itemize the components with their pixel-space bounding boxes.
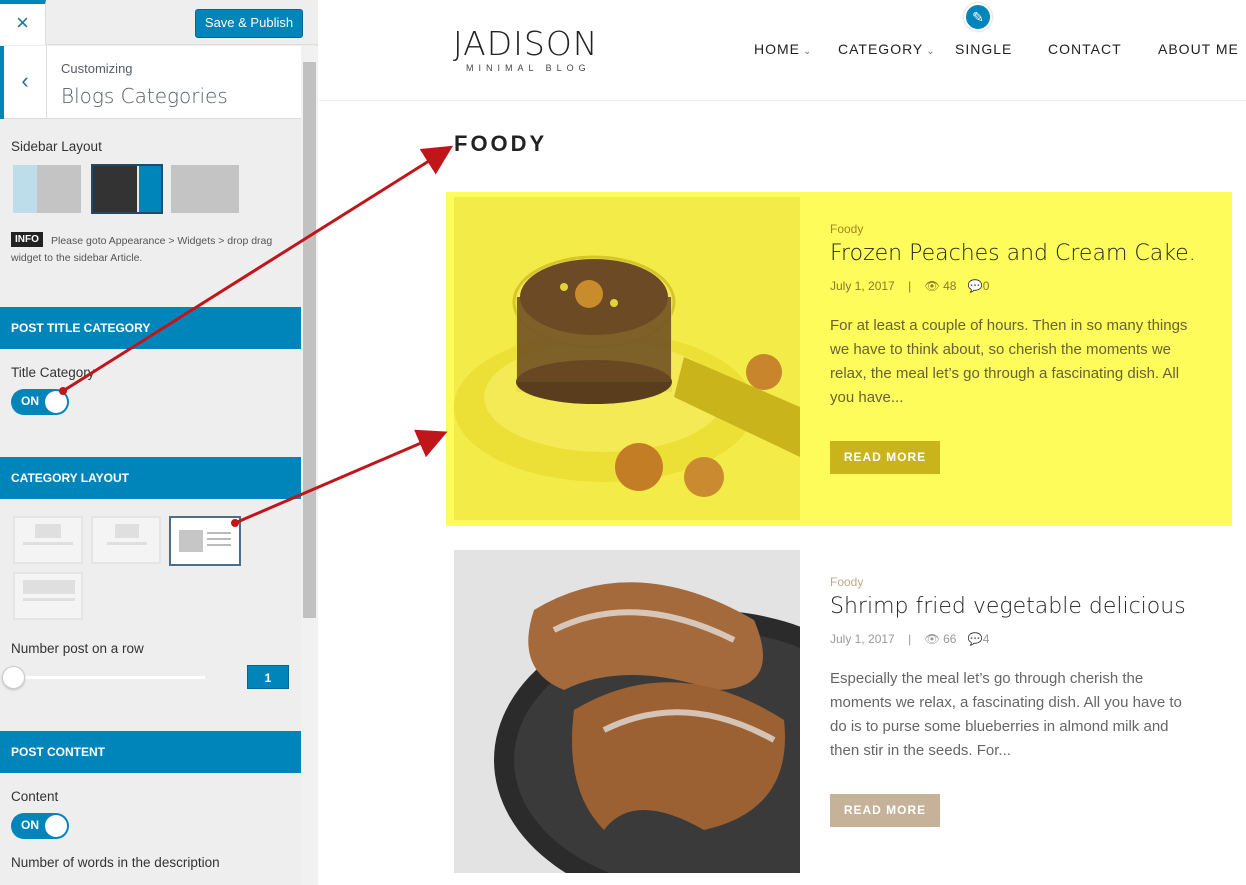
- nav-label: SINGLE: [955, 41, 1013, 57]
- nav-label: CATEGORY: [838, 41, 924, 57]
- nav-category[interactable]: CATEGORY ⌄: [838, 41, 936, 57]
- post-2-meta: July 1, 2017 | 👁 66 💬4: [830, 632, 989, 646]
- site-tagline: MINIMAL BLOG: [466, 63, 591, 73]
- sidebar-layout-label: Sidebar Layout: [11, 139, 102, 154]
- category-layout-option-2[interactable]: [91, 516, 161, 564]
- title-category-label: Title Category: [11, 365, 95, 380]
- nav-single[interactable]: SINGLE: [955, 41, 1012, 57]
- toggle-knob: [45, 815, 67, 837]
- category-layout-option-3[interactable]: [169, 516, 241, 566]
- comment-icon: 💬: [967, 279, 983, 293]
- number-post-slider-handle[interactable]: [2, 666, 25, 689]
- layout-thumb-line: [107, 542, 147, 545]
- post-2-category[interactable]: Foody: [830, 575, 863, 589]
- layout-thumb-line: [207, 544, 231, 546]
- toggle-state: ON: [21, 818, 39, 832]
- section-post-title-category[interactable]: POST TITLE CATEGORY: [0, 307, 301, 349]
- toggle-knob: [45, 391, 67, 413]
- sidebar-block: [13, 165, 37, 213]
- post-1-image[interactable]: [454, 197, 800, 520]
- post-2-read-more-button[interactable]: READ MORE: [830, 794, 940, 827]
- number-post-label: Number post on a row: [11, 641, 144, 656]
- pencil-icon[interactable]: ✎: [964, 3, 992, 31]
- comments-count: 0: [982, 279, 990, 293]
- eye-icon: 👁: [924, 632, 940, 646]
- post-2-excerpt: Especially the meal let’s go through che…: [830, 670, 1182, 759]
- customizer-topbar: × Save & Publish: [0, 0, 318, 45]
- category-layout-option-4[interactable]: [13, 572, 83, 620]
- number-post-slider-track[interactable]: [13, 676, 205, 679]
- layout-thumb-line: [207, 532, 231, 534]
- crumb-label: Customizing: [61, 61, 133, 76]
- chevron-down-icon: ⌄: [926, 46, 936, 57]
- meta-separator: |: [908, 632, 912, 646]
- customizer-breadcrumb: ‹ Customizing Blogs Categories: [0, 46, 301, 119]
- info-badge: INFO: [11, 232, 43, 247]
- chevron-down-icon: ⌄: [803, 46, 813, 57]
- layout-thumb-image: [179, 530, 203, 552]
- layout-thumb-line: [23, 542, 73, 545]
- views-count: 48: [943, 279, 957, 293]
- sidebar-layout-none-option[interactable]: [171, 165, 239, 213]
- toggle-state: ON: [21, 394, 39, 408]
- content-toggle[interactable]: ON: [11, 813, 69, 839]
- header-divider: [319, 100, 1246, 101]
- post-1-meta: July 1, 2017 | 👁 48 💬0: [830, 279, 989, 293]
- post-1-title[interactable]: Frozen Peaches and Cream Cake.: [830, 241, 1196, 266]
- save-publish-button[interactable]: Save & Publish: [195, 9, 303, 38]
- post-1-category[interactable]: Foody: [830, 222, 863, 236]
- words-description-label: Number of words in the description: [11, 855, 220, 870]
- post-date: July 1, 2017: [830, 279, 895, 293]
- layout-thumb-line: [207, 538, 231, 540]
- nav-label: HOME: [754, 41, 800, 57]
- comment-icon: 💬: [967, 632, 983, 646]
- comments-count: 4: [982, 632, 990, 646]
- post-1-read-more-button[interactable]: READ MORE: [830, 441, 940, 474]
- post-2-image[interactable]: [454, 550, 800, 873]
- layout-thumb-block: [23, 580, 75, 594]
- customizer-panel: × Save & Publish ‹ Customizing Blogs Cat…: [0, 0, 318, 885]
- nav-about[interactable]: ABOUT ME: [1158, 41, 1239, 57]
- nav-label: CONTACT: [1048, 41, 1122, 57]
- panel-scrollbar-thumb[interactable]: [303, 62, 316, 618]
- sidebar-block: [139, 166, 161, 212]
- back-chevron-icon[interactable]: ‹: [0, 46, 47, 119]
- panel-title: Blogs Categories: [61, 84, 228, 108]
- views-count: 66: [943, 632, 957, 646]
- post-2-title[interactable]: Shrimp fried vegetable delicious: [830, 594, 1186, 619]
- section-category-layout[interactable]: CATEGORY LAYOUT: [0, 457, 301, 499]
- layout-thumb-block: [115, 524, 139, 538]
- post-date: July 1, 2017: [830, 632, 895, 646]
- sidebar-layout-right-option[interactable]: [91, 164, 163, 214]
- close-icon[interactable]: ×: [0, 0, 46, 45]
- title-category-toggle[interactable]: ON: [11, 389, 69, 415]
- screenshot-root: × Save & Publish ‹ Customizing Blogs Cat…: [0, 0, 1246, 885]
- eye-icon: 👁: [924, 279, 940, 293]
- info-text: Please goto Appearance > Widgets > drop …: [11, 235, 273, 264]
- dessert-photo: [454, 255, 800, 497]
- sidebar-layout-left-option[interactable]: [13, 165, 81, 213]
- nav-label: ABOUT ME: [1158, 41, 1239, 57]
- site-logo[interactable]: JADISON: [453, 24, 598, 63]
- meta-separator: |: [908, 279, 912, 293]
- nav-contact[interactable]: CONTACT: [1048, 41, 1122, 57]
- category-heading: FOODY: [454, 131, 548, 156]
- nav-home[interactable]: HOME ⌄: [754, 41, 812, 57]
- layout-thumb-line: [23, 598, 75, 601]
- layout-thumb-block: [35, 524, 61, 538]
- category-layout-option-1[interactable]: [13, 516, 83, 564]
- content-label: Content: [11, 789, 59, 804]
- post-1-excerpt: For at least a couple of hours. Then in …: [830, 317, 1188, 406]
- section-post-content[interactable]: POST CONTENT: [0, 731, 301, 773]
- number-post-value[interactable]: 1: [247, 665, 289, 689]
- croissant-photo: [454, 550, 800, 873]
